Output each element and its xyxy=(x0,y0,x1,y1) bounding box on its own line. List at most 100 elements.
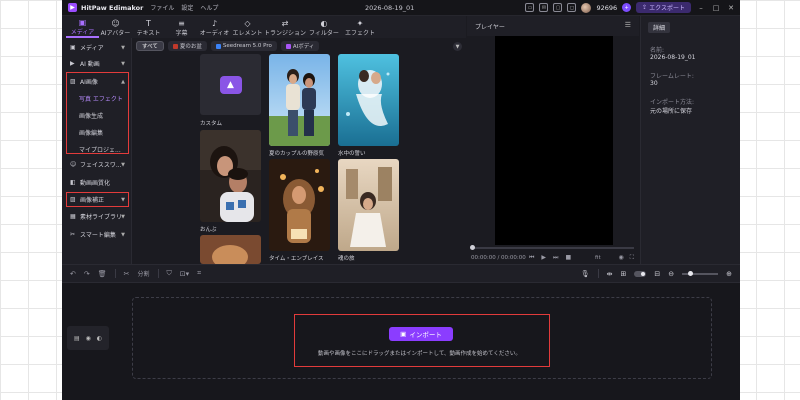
minimize-icon[interactable]: – xyxy=(696,4,706,12)
tab-label: エレメント xyxy=(232,30,263,37)
title-bar: ▶ HitPaw Edimakor ファイル 設定 ヘルプ 2026-08-19… xyxy=(62,0,740,16)
avatar[interactable] xyxy=(581,2,592,13)
menu-icon[interactable]: ☰ xyxy=(625,21,631,29)
chevron-down-icon[interactable]: ▼ xyxy=(453,42,462,51)
card-soul-journey[interactable] xyxy=(338,159,399,251)
nav-sub-image-edit[interactable]: 画像編集 xyxy=(79,128,103,137)
import-hint: 動画や画像をここにドラッグまたはインポートして、動画作成を始めてください。 xyxy=(318,351,521,357)
tab-transition[interactable]: ⇄ トランジション xyxy=(264,18,306,38)
skip-back-icon[interactable]: ⏮ xyxy=(529,254,534,262)
tab-text[interactable]: T テキスト xyxy=(132,18,165,38)
tab-filter[interactable]: ◐ フィルター xyxy=(306,18,342,38)
snap-icon[interactable]: ⇹ xyxy=(607,270,613,278)
card-summer-couple[interactable] xyxy=(269,54,330,146)
delete-icon[interactable]: 🗑 xyxy=(98,270,107,278)
import-button[interactable]: ▣ インポート xyxy=(389,327,453,341)
maximize-icon[interactable]: □ xyxy=(711,4,721,12)
tab-ai-avatar[interactable]: ☺ AIアバター xyxy=(99,18,132,38)
tab-media[interactable]: ▣ メディア xyxy=(66,18,99,38)
scrubber-handle[interactable] xyxy=(470,245,475,250)
lock-icon[interactable]: ◐ xyxy=(97,335,102,342)
library-icon: ▦ xyxy=(70,213,76,220)
player-header: プレイヤー ☰ xyxy=(467,16,639,36)
card-custom[interactable]: ▲ xyxy=(200,54,261,115)
card-underwater-vow[interactable] xyxy=(338,54,399,146)
camera-icon[interactable]: ◉ xyxy=(619,254,624,262)
fullscreen-icon[interactable]: ⛶ xyxy=(630,254,634,262)
tab-effect[interactable]: ✦ エフェクト xyxy=(342,18,378,38)
menu-file[interactable]: ファイル xyxy=(150,3,174,12)
credits-count: 92696 xyxy=(596,3,618,12)
tab-audio[interactable]: ♪ オーディオ xyxy=(198,18,231,38)
nav-asset-library[interactable]: ▦ 素材ライブラリ ▼ xyxy=(67,210,129,223)
tab-label: フィルター xyxy=(309,30,339,37)
tab-label: テキスト xyxy=(136,30,161,37)
redo-icon[interactable]: ↷ xyxy=(84,270,90,278)
filter-all[interactable]: すべて xyxy=(136,41,164,51)
zoom-slider[interactable] xyxy=(682,270,719,276)
nav-face-swap[interactable]: ☺ フェイススワ... ▼ xyxy=(67,158,129,171)
track-icon[interactable]: ▤ xyxy=(74,335,80,342)
magnet-toggle[interactable] xyxy=(634,270,647,277)
menu-help[interactable]: ヘルプ xyxy=(200,3,218,12)
filter-label: AIボディ xyxy=(292,44,315,50)
tab-label: AIアバター xyxy=(100,30,131,37)
undo-icon[interactable]: ↶ xyxy=(70,270,76,278)
player-panel: 00:00:00 / 00:00:00 ⏮ ▶ ⏭ ■ fit ◉ ⛶ xyxy=(467,36,639,264)
filter-summer[interactable]: 夏のお盆 xyxy=(167,41,207,51)
track-toggle-icon[interactable]: ⊞ xyxy=(621,270,627,278)
piggyback-thumbnail xyxy=(200,130,261,222)
tab-subtitle[interactable]: ≡ 字幕 xyxy=(165,18,198,38)
card-partial[interactable] xyxy=(200,235,261,264)
crop-icon[interactable]: ⌗ xyxy=(197,269,201,278)
card-time-embrace[interactable] xyxy=(269,159,330,251)
gift-icon[interactable]: ▢ xyxy=(553,3,563,12)
scrubber-track[interactable] xyxy=(472,247,634,249)
close-icon[interactable]: ✕ xyxy=(726,4,736,12)
import-folder-icon: ▣ xyxy=(400,330,407,338)
zoom-fit-label[interactable]: fit xyxy=(595,255,601,261)
nav-media[interactable]: ▣ メディア ▼ xyxy=(67,41,129,54)
nav-ai-video[interactable]: ▶ AI 動画 ▼ xyxy=(67,57,129,70)
nav-video-enhance[interactable]: ◧ 動画画質化 xyxy=(67,176,129,189)
stop-icon[interactable]: ■ xyxy=(565,254,571,262)
split-label[interactable]: 分割 xyxy=(138,269,150,278)
nav-sub-image-generate[interactable]: 画像生成 xyxy=(79,111,103,120)
time-embrace-thumbnail xyxy=(269,159,330,251)
zoom-out-icon[interactable]: ⊖ xyxy=(668,270,674,278)
menu-settings[interactable]: 設定 xyxy=(181,3,193,12)
nav-sub-photo-effect[interactable]: 写真 エフェクト xyxy=(79,94,123,103)
export-button[interactable]: ⇪ エクスポート xyxy=(636,2,691,13)
app-window: ▶ HitPaw Edimakor ファイル 設定 ヘルプ 2026-08-19… xyxy=(62,0,740,400)
text-tool-icon[interactable]: ⊡▾ xyxy=(180,270,189,278)
nav-label: 素材ライブラリ xyxy=(80,214,123,221)
split-icon[interactable]: ✂ xyxy=(124,270,130,278)
filter-label: Seedream 5.0 Pro xyxy=(222,43,272,49)
notification-icon[interactable]: ◻ xyxy=(567,3,577,12)
mic-icon[interactable]: 🎙 xyxy=(581,270,590,278)
zoom-in-icon[interactable]: ⊕ xyxy=(726,270,732,278)
filter-seedream[interactable]: Seedream 5.0 Pro xyxy=(210,41,277,51)
partial-thumbnail xyxy=(200,235,261,264)
tab-details[interactable]: 詳細 xyxy=(648,22,671,33)
filter-icon: ◐ xyxy=(320,19,328,28)
name-label: 名前: xyxy=(650,47,665,54)
play-icon[interactable]: ▶ xyxy=(541,254,546,262)
filter-ai-body[interactable]: AIボディ xyxy=(280,41,320,51)
soul-journey-thumbnail xyxy=(338,159,399,251)
feedback-icon[interactable]: ✉ xyxy=(539,3,549,12)
card-piggyback[interactable] xyxy=(200,130,261,222)
nav-label: AI 動画 xyxy=(80,61,100,68)
visibility-icon[interactable]: ◉ xyxy=(86,335,91,342)
marker-icon[interactable]: ⛉ xyxy=(167,269,172,278)
tab-element[interactable]: ◇ エレメント xyxy=(231,18,264,38)
nav-smart-edit[interactable]: ✂ スマート編集 ▼ xyxy=(67,228,129,241)
zoom-handle[interactable] xyxy=(688,270,694,276)
nav-sub-my-project[interactable]: マイプロジェ... xyxy=(79,145,121,154)
nav-image-correction[interactable]: ▨ 画像補正 ▼ xyxy=(67,193,129,206)
monitor-icon[interactable]: ▭ xyxy=(525,3,535,12)
fit-icon[interactable]: ⊟ xyxy=(654,270,660,278)
skip-forward-icon[interactable]: ⏭ xyxy=(553,254,558,262)
nav-ai-image[interactable]: ▨ AI画像 ▲ xyxy=(67,75,129,88)
coin-icon[interactable]: + xyxy=(622,3,632,12)
